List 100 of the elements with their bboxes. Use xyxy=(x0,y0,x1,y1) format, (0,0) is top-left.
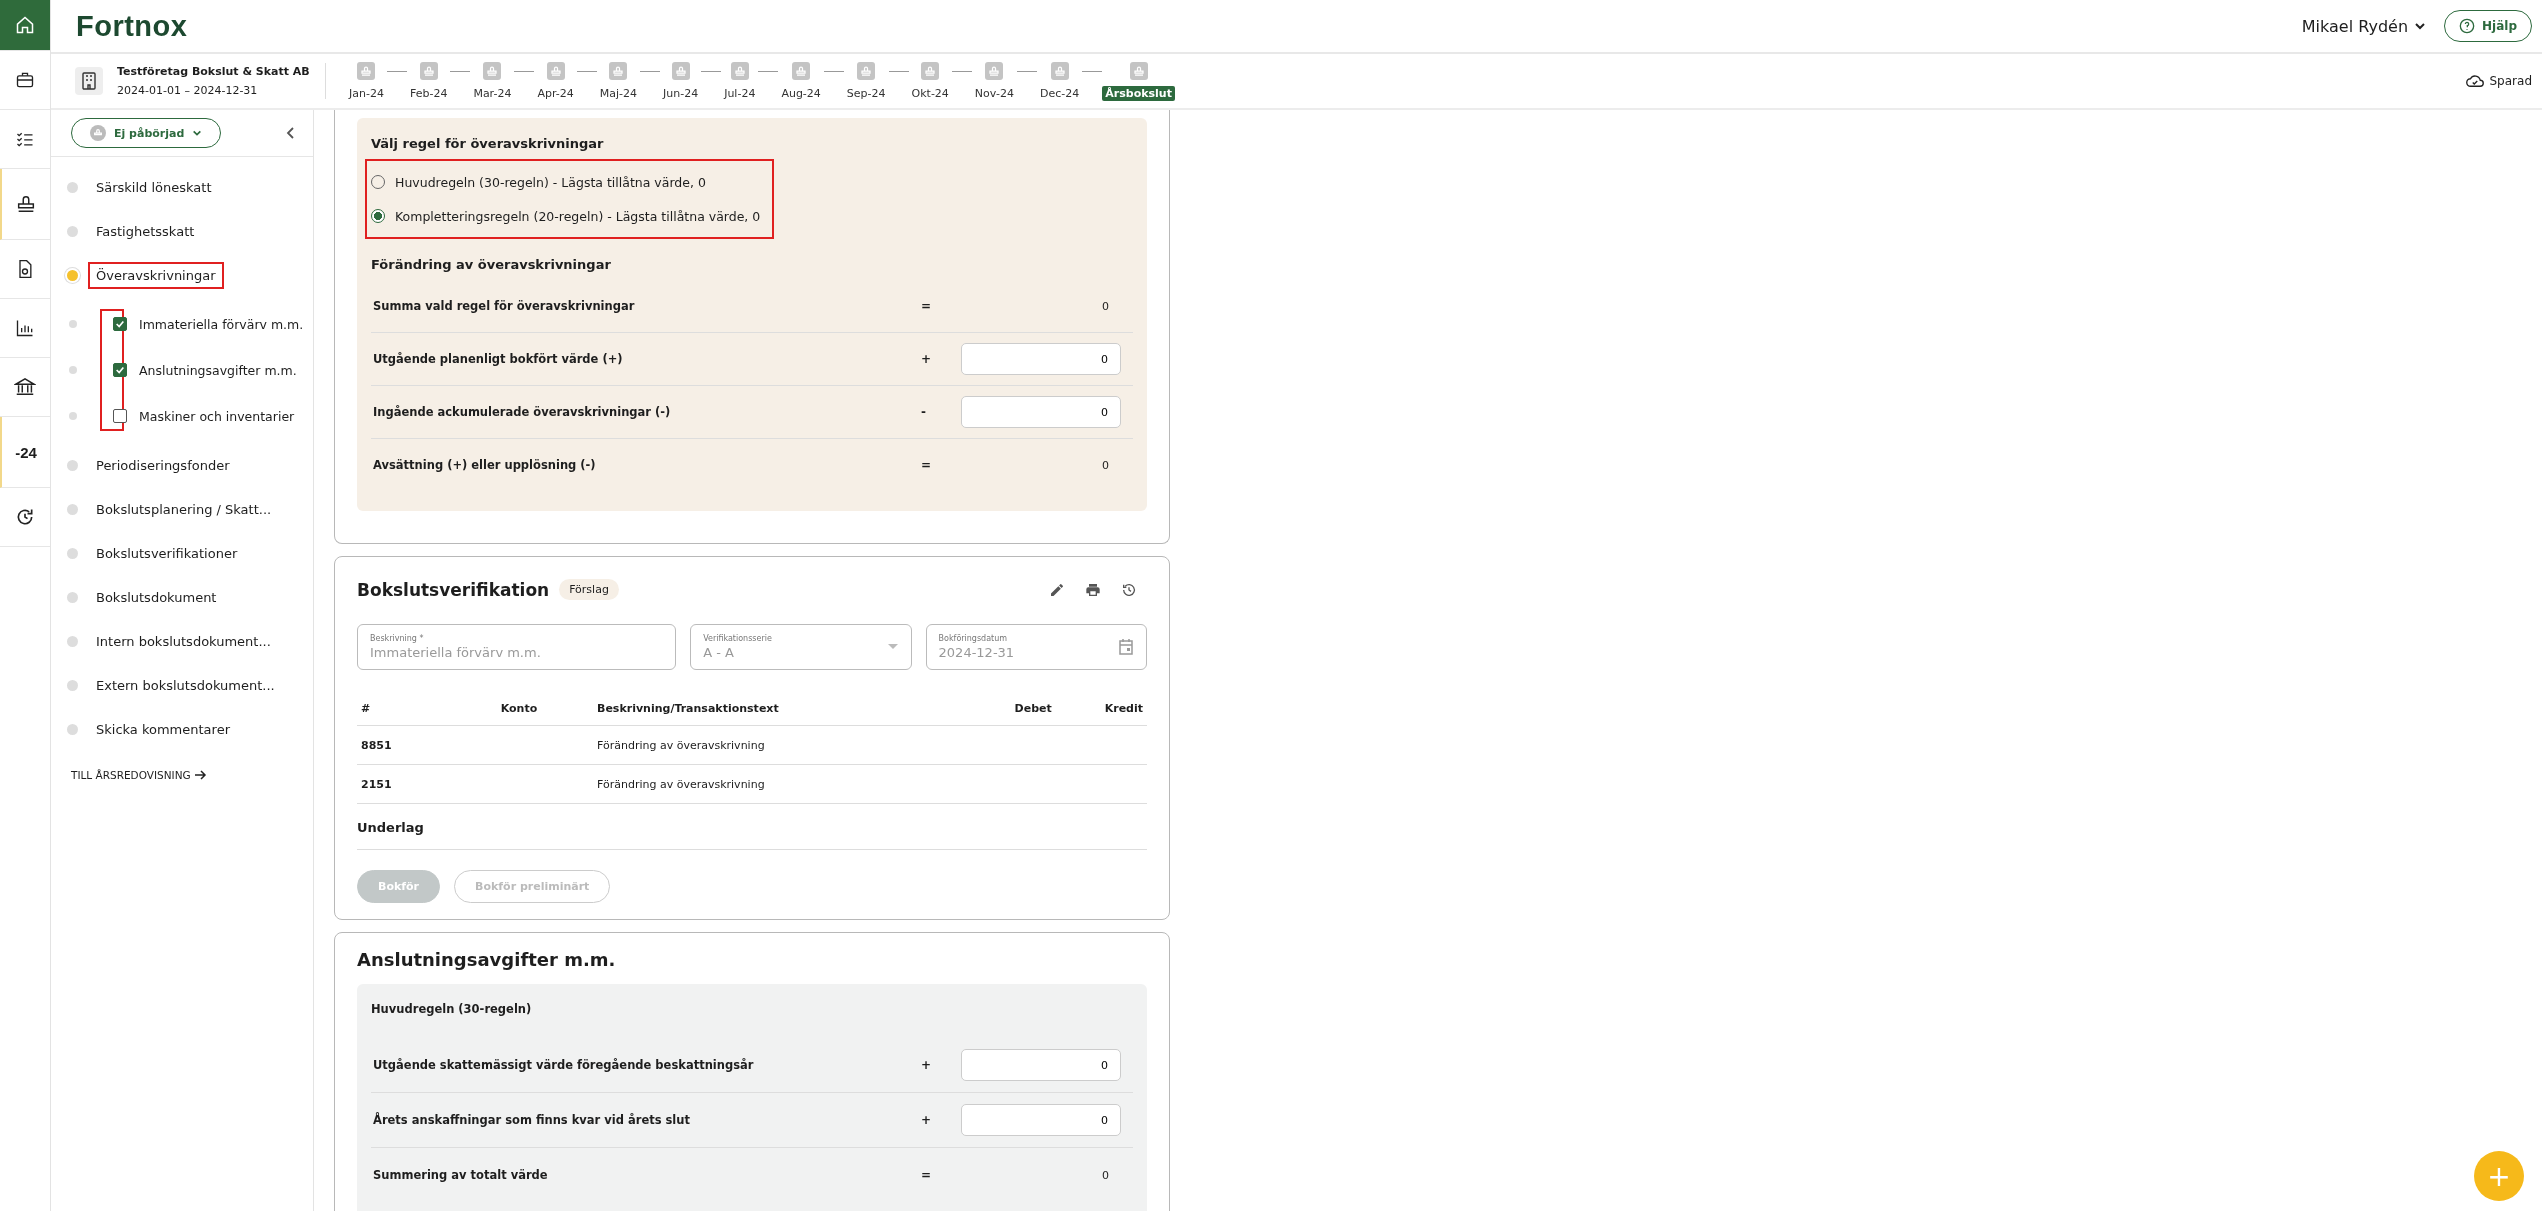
amount-field[interactable]: 0 xyxy=(961,1104,1121,1136)
sidebar-subitem[interactable]: Immateriella förvärv m.m. xyxy=(139,316,304,332)
sidebar-item[interactable]: Bokslutsplanering / Skatt... xyxy=(88,495,280,523)
cloud-check-icon xyxy=(2465,74,2484,88)
sidebar-item[interactable]: Överavskrivningar xyxy=(88,261,224,289)
period-tab[interactable]: Jul-24 xyxy=(721,85,759,101)
briefcase-icon[interactable] xyxy=(15,70,35,90)
save-status: Sparad xyxy=(2465,74,2532,88)
operator-sign: + xyxy=(921,1058,933,1072)
table-cell: 8851 xyxy=(361,738,392,752)
table-cell: Förändring av överavskrivning xyxy=(597,777,765,791)
checkbox[interactable] xyxy=(113,317,127,331)
row-label: Summering av totalt värde xyxy=(373,1168,549,1182)
section-title: Välj regel för överavskrivningar xyxy=(371,136,605,151)
period-tab[interactable]: Sep-24 xyxy=(843,85,889,101)
sidebar-subitem[interactable]: Maskiner och inventarier xyxy=(139,408,295,424)
row-label: Utgående planenligt bokfört värde (+) xyxy=(373,352,624,366)
radio-option[interactable]: Huvudregeln (30-regeln) - Lägsta tillåtna värde, 0 xyxy=(371,165,761,199)
check-icon xyxy=(115,319,125,329)
company-name: Testföretag Bokslut & Skatt AB xyxy=(117,65,310,78)
help-button[interactable]: Hjälp xyxy=(2444,10,2532,42)
amount-field[interactable]: 0 xyxy=(961,343,1121,375)
radio-option[interactable]: Kompletteringsregeln (20-regeln) - Lägsta tillåtna värde, 0 xyxy=(371,199,761,233)
collapse-icon[interactable] xyxy=(285,126,295,140)
operator-sign: + xyxy=(921,352,933,366)
year-shortcut[interactable]: -24 xyxy=(15,443,37,461)
sidebar-item[interactable]: Skicka kommentarer xyxy=(88,715,238,743)
history-icon[interactable] xyxy=(1121,581,1137,598)
period-tab[interactable]: Aug-24 xyxy=(778,85,824,101)
period-tab[interactable]: Apr-24 xyxy=(534,85,577,101)
row-label: Utgående skattemässigt värde föregående beskattningsår xyxy=(373,1058,755,1072)
status-dropdown[interactable]: Ej påbörjad xyxy=(71,118,222,148)
column-header: Kredit xyxy=(1055,694,1147,726)
column-header: Konto xyxy=(445,694,593,726)
row-label: Avsättning (+) eller upplösning (-) xyxy=(373,458,597,472)
sidebar-item[interactable]: Bokslutsdokument xyxy=(88,583,225,611)
help-icon xyxy=(2459,18,2476,34)
sidebar-item[interactable]: Fastighetsskatt xyxy=(88,217,203,245)
operator-sign: + xyxy=(921,1113,933,1127)
checkbox[interactable] xyxy=(113,409,127,423)
period-tab[interactable]: Årsbokslut xyxy=(1102,85,1175,101)
sidebar-subitem[interactable]: Anslutningsavgifter m.m. xyxy=(139,362,297,378)
bar-chart-icon[interactable] xyxy=(15,318,35,338)
amount-value: 0 xyxy=(1101,458,1110,472)
amount-value: 0 xyxy=(1101,299,1110,313)
stamp-icon xyxy=(90,125,106,141)
period-tab[interactable]: Jan-24 xyxy=(346,85,387,101)
home-icon[interactable] xyxy=(15,15,35,35)
sidebar-item[interactable]: Intern bokslutsdokument... xyxy=(88,627,279,655)
building-icon xyxy=(75,67,103,95)
card-title: Bokslutsverifikation xyxy=(357,579,550,600)
period-tab[interactable]: Nov-24 xyxy=(971,85,1017,101)
step-dot xyxy=(69,366,77,374)
sidebar-item[interactable]: Periodiseringsfonder xyxy=(88,451,238,479)
print-icon[interactable] xyxy=(1085,581,1101,598)
operator-sign: = xyxy=(921,1168,933,1182)
annual-report-link[interactable]: TILL ÅRSREDOVISNING xyxy=(71,769,313,781)
row-label: Ingående ackumulerade överavskrivningar (-) xyxy=(373,405,672,419)
period-tab[interactable]: Jun-24 xyxy=(660,85,702,101)
fiscal-period: 2024-01-01 – 2024-12-31 xyxy=(117,84,259,97)
column-header: Debet xyxy=(966,694,1056,726)
period-tab[interactable]: Mar-24 xyxy=(470,85,515,101)
checkbox[interactable] xyxy=(113,363,127,377)
edit-icon[interactable] xyxy=(1049,581,1065,598)
user-menu[interactable]: Mikael Rydén xyxy=(2301,16,2427,36)
section-title: Förändring av överavskrivningar xyxy=(371,257,612,272)
row-label: Summa vald regel för överavskrivningar xyxy=(373,299,636,313)
calendar-icon xyxy=(1118,638,1134,656)
step-dot xyxy=(69,320,77,328)
column-header: Beskrivning/Transaktionstext xyxy=(593,694,967,726)
operator-sign: = xyxy=(921,458,933,472)
sidebar-item[interactable]: Särskild löneskatt xyxy=(88,173,220,201)
step-dot xyxy=(69,412,77,420)
dropdown-caret-icon xyxy=(886,643,899,651)
chevron-down-icon xyxy=(2414,20,2427,32)
operator-sign: - xyxy=(921,405,927,419)
refresh-icon[interactable] xyxy=(15,507,35,527)
table-cell: Förändring av överavskrivning xyxy=(597,738,765,752)
period-tab[interactable]: Feb-24 xyxy=(406,85,451,101)
amount-value: 0 xyxy=(1101,1168,1110,1182)
section-title: Huvudregeln (30-regeln) xyxy=(371,1002,533,1016)
bank-icon[interactable] xyxy=(14,376,36,398)
amount-field[interactable]: 0 xyxy=(961,1049,1121,1081)
check-icon xyxy=(115,365,125,375)
column-header: # xyxy=(357,694,445,726)
row-label: Årets anskaffningar som finns kvar vid årets slut xyxy=(373,1113,691,1127)
period-tab[interactable]: Dec-24 xyxy=(1037,85,1083,101)
status-badge: Förslag xyxy=(559,579,619,600)
stamp-icon[interactable] xyxy=(15,193,37,215)
attachments-heading: Underlag xyxy=(357,804,1147,850)
period-tab[interactable]: Maj-24 xyxy=(596,85,640,101)
arrow-right-icon xyxy=(194,770,207,780)
amount-field[interactable]: 0 xyxy=(961,396,1121,428)
logo[interactable]: Fortnox xyxy=(76,9,188,43)
sidebar-item[interactable]: Bokslutsverifikationer xyxy=(88,539,246,567)
card-title: Anslutningsavgifter m.m. xyxy=(357,949,616,970)
period-tab[interactable]: Okt-24 xyxy=(908,85,952,101)
chevron-down-icon xyxy=(192,128,203,138)
sidebar-item[interactable]: Extern bokslutsdokument... xyxy=(88,671,283,699)
operator-sign: = xyxy=(921,299,933,313)
